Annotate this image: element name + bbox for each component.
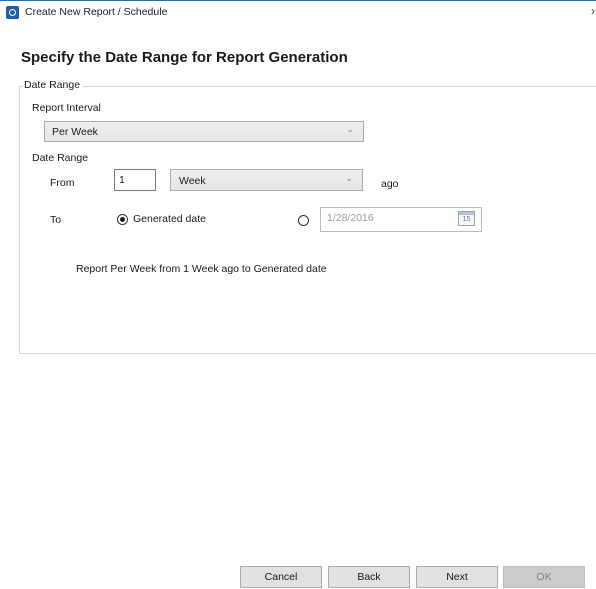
chevron-right-icon[interactable]: ›: [591, 4, 595, 18]
report-interval-label: Report Interval: [32, 102, 101, 114]
ok-button[interactable]: OK: [503, 566, 585, 588]
from-quantity-input[interactable]: [114, 169, 156, 191]
calendar-day-number: 15: [462, 216, 471, 223]
chevron-down-icon: ⌄: [345, 173, 353, 183]
specific-date-radio[interactable]: [298, 215, 309, 226]
report-app-icon: [6, 6, 19, 19]
back-button[interactable]: Back: [328, 566, 410, 588]
calendar-icon[interactable]: 15: [458, 211, 475, 226]
groupbox-legend: Date Range: [23, 79, 84, 91]
ago-label: ago: [381, 178, 399, 190]
from-label: From: [50, 177, 75, 189]
title-bar: Create New Report / Schedule ›: [0, 0, 596, 23]
to-label: To: [50, 214, 62, 226]
from-unit-value: Week: [179, 175, 206, 187]
generated-date-label[interactable]: Generated date: [133, 213, 206, 225]
date-picker[interactable]: 1/28/2016 15: [320, 207, 482, 232]
page-title: Specify the Date Range for Report Genera…: [21, 49, 348, 66]
window-title: Create New Report / Schedule: [25, 6, 168, 18]
date-range-summary: Report Per Week from 1 Week ago to Gener…: [76, 263, 327, 275]
cancel-button[interactable]: Cancel: [240, 566, 322, 588]
from-unit-dropdown[interactable]: Week ⌄: [170, 169, 363, 191]
report-interval-dropdown[interactable]: Per Week ⌄: [44, 121, 364, 142]
generated-date-radio[interactable]: [117, 214, 128, 225]
chevron-down-icon: ⌄: [346, 124, 354, 134]
report-interval-value: Per Week: [52, 126, 98, 138]
date-range-label: Date Range: [32, 152, 89, 164]
next-button[interactable]: Next: [416, 566, 498, 588]
date-picker-value: 1/28/2016: [327, 212, 374, 224]
dialog-window: Create New Report / Schedule › Specify t…: [0, 0, 596, 589]
